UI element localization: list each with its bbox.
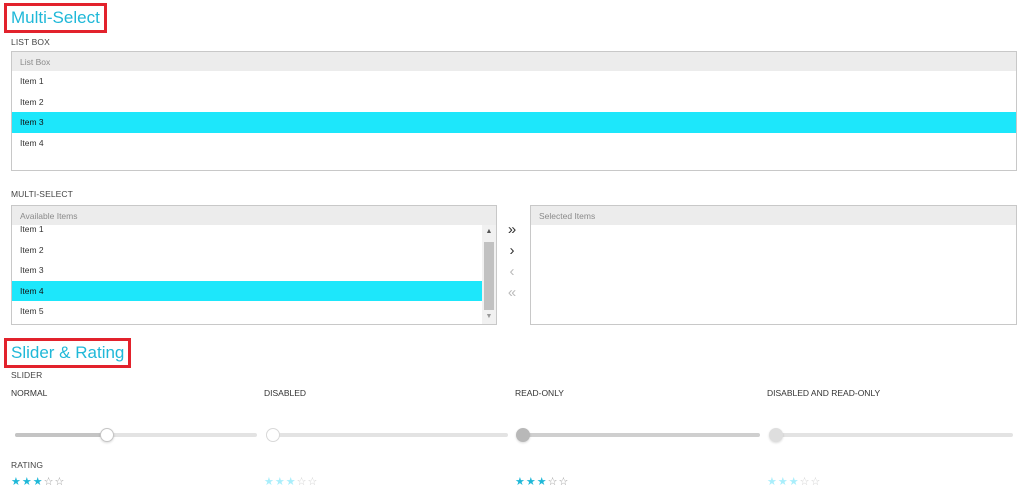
move-right-button[interactable]: › bbox=[503, 243, 521, 261]
star-filled-icon: ★ bbox=[285, 476, 297, 488]
scroll-thumb[interactable] bbox=[484, 242, 494, 310]
list-item[interactable]: Item 2 bbox=[12, 92, 1016, 113]
move-left-button[interactable]: ‹ bbox=[503, 264, 521, 282]
star-filled-icon[interactable]: ★ bbox=[22, 476, 33, 488]
slider-track bbox=[270, 433, 508, 437]
slider-thumb bbox=[516, 428, 530, 442]
slider-thumb bbox=[266, 428, 280, 442]
rating-disabled-read-only: ★★★☆☆ bbox=[767, 476, 821, 488]
list-item-selected[interactable]: Item 3 bbox=[12, 112, 1016, 133]
move-all-right-button[interactable]: » bbox=[503, 222, 521, 240]
star-filled-icon: ★ bbox=[777, 476, 789, 488]
available-items-list[interactable]: Available Items Item 1 Item 2 Item 3 Ite… bbox=[11, 205, 497, 325]
list-item-selected[interactable]: Item 4 bbox=[12, 280, 482, 301]
list-item[interactable]: Item 2 bbox=[12, 240, 482, 261]
slider-label-disabled-read-only: DISABLED AND READ-ONLY bbox=[767, 388, 881, 398]
star-filled-icon[interactable]: ★ bbox=[33, 476, 44, 488]
star-filled-icon: ★ bbox=[536, 476, 548, 488]
slider-thumb bbox=[769, 428, 783, 442]
list-item[interactable]: Item 3 bbox=[12, 260, 482, 281]
list-item[interactable]: Item 1 bbox=[12, 71, 1016, 92]
star-empty-icon: ☆ bbox=[810, 476, 822, 488]
slider-label-disabled: DISABLED bbox=[264, 388, 307, 398]
slider-track bbox=[520, 433, 760, 437]
scroll-up-icon[interactable]: ▲ bbox=[482, 225, 496, 239]
move-all-left-button[interactable]: « bbox=[503, 285, 521, 303]
star-filled-icon: ★ bbox=[525, 476, 537, 488]
selected-items-header: Selected Items bbox=[531, 206, 1016, 225]
star-empty-icon: ☆ bbox=[307, 476, 319, 488]
star-empty-icon: ☆ bbox=[799, 476, 811, 488]
list-item[interactable]: Item 4 bbox=[12, 133, 1016, 154]
rating-caption: RATING bbox=[11, 460, 44, 470]
star-empty-icon: ☆ bbox=[547, 476, 559, 488]
slider-label-read-only: READ-ONLY bbox=[515, 388, 564, 398]
list-box-header: List Box bbox=[12, 52, 1016, 71]
slider-rating-title: Slider & Rating bbox=[4, 338, 132, 368]
star-filled-icon: ★ bbox=[264, 476, 275, 488]
list-box[interactable]: List Box Item 1 Item 2 Item 3 Item 4 bbox=[11, 51, 1017, 171]
star-empty-icon: ☆ bbox=[558, 476, 570, 488]
rating-disabled: ★★★☆☆ bbox=[264, 476, 318, 488]
slider-caption: SLIDER bbox=[11, 370, 43, 380]
slider-label-normal: NORMAL bbox=[11, 388, 48, 398]
star-empty-icon: ☆ bbox=[296, 476, 308, 488]
star-filled-icon: ★ bbox=[788, 476, 800, 488]
slider-track bbox=[773, 433, 1013, 437]
star-empty-icon[interactable]: ☆ bbox=[44, 476, 55, 488]
list-item[interactable]: Item 1 bbox=[12, 219, 482, 240]
multi-select-caption: MULTI-SELECT bbox=[11, 189, 73, 199]
scroll-down-icon[interactable]: ▼ bbox=[482, 310, 496, 324]
slider-fill bbox=[15, 433, 107, 437]
list-box-caption: LIST BOX bbox=[11, 37, 50, 47]
star-filled-icon[interactable]: ★ bbox=[11, 476, 22, 488]
slider-thumb[interactable] bbox=[99, 428, 114, 442]
vertical-scrollbar[interactable]: ▲ ▼ bbox=[482, 225, 496, 324]
rating-normal[interactable]: ★★★☆☆ bbox=[11, 476, 65, 488]
star-filled-icon: ★ bbox=[767, 476, 778, 488]
star-filled-icon: ★ bbox=[274, 476, 286, 488]
list-item[interactable]: Item 5 bbox=[12, 301, 482, 322]
star-filled-icon: ★ bbox=[515, 476, 526, 488]
multi-select-title: Multi-Select bbox=[4, 3, 107, 33]
selected-items-list[interactable]: Selected Items bbox=[530, 205, 1017, 325]
star-empty-icon[interactable]: ☆ bbox=[55, 476, 66, 488]
rating-read-only: ★★★☆☆ bbox=[515, 476, 569, 488]
